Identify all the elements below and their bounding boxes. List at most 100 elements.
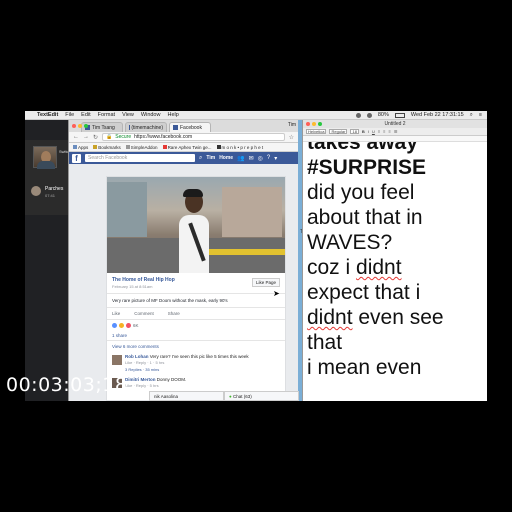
tab-label: (timemachine) [131, 124, 163, 131]
align-left-icon[interactable]: ≡ [378, 129, 380, 134]
page-icon [125, 145, 130, 149]
globe-icon[interactable]: ◎ [258, 155, 263, 162]
apps-icon [73, 145, 77, 149]
like-button[interactable]: Like [112, 311, 120, 316]
home-link[interactable]: Home [219, 155, 233, 161]
italic-icon[interactable]: I [368, 129, 369, 134]
bookmark-simpleaddon[interactable]: SimpleAddon [125, 144, 158, 150]
menu-app-name[interactable]: TextEdit [37, 112, 58, 118]
screen-recording: TextEdit File Edit Format View Window He… [25, 111, 487, 401]
list-icon[interactable]: ≡ [479, 112, 482, 118]
menu-window[interactable]: Window [141, 112, 161, 118]
reload-icon[interactable]: ↻ [93, 134, 98, 141]
font-family-select[interactable]: Helvetica [306, 129, 327, 134]
tab-label: Facebook [180, 124, 202, 131]
messages-icon[interactable]: ✉ [249, 155, 254, 162]
zoom-window-icon[interactable] [318, 122, 322, 126]
minimize-window-icon[interactable] [312, 122, 316, 126]
status-icon[interactable] [355, 112, 361, 118]
reactions-summary[interactable]: 6K [107, 320, 285, 331]
commenter-name[interactable]: Rob Lohan [125, 354, 149, 359]
bookmark-aphex[interactable]: Rare Aphex Twin ge... [162, 144, 212, 150]
menu-clock[interactable]: Wed Feb 22 17:31:15 [411, 112, 464, 118]
bookmarks-bar: Apps Bookmarks SimpleAddon Rare Aphex Tw… [69, 143, 298, 152]
page-link-card: The Home of Real Hip Hop February 15 at … [107, 273, 285, 294]
menu-format[interactable]: Format [98, 112, 115, 118]
document-line: takes away [307, 142, 418, 154]
font-style-select[interactable]: Regular [329, 129, 348, 134]
document-line: #SURPRISE [307, 156, 427, 179]
close-window-icon[interactable] [306, 122, 310, 126]
textedit-titlebar[interactable]: Untitled 2 [303, 120, 487, 128]
document-title: Untitled 2 [384, 121, 406, 127]
comment-meta[interactable]: Like · Reply · 5 hrs [125, 383, 280, 388]
menu-edit[interactable]: Edit [81, 112, 90, 118]
document-line: WAVES? [307, 231, 393, 254]
underline-icon[interactable]: U [372, 129, 375, 134]
bookmark-bookmarks[interactable]: Bookmarks [93, 145, 121, 150]
menu-view[interactable]: View [122, 112, 134, 118]
misspelled-word[interactable]: didnt [307, 306, 353, 329]
chrome-window: Tim Tsang (timemachine) Facebook Tim ← →… [68, 120, 299, 401]
toolbar: ← → ↻ 🔒 Secure https://www.facebook.com … [69, 132, 298, 143]
facebook-top-bar: f Search Facebook ⌕ Tim Home 👥 ✉ ◎ ? ▾ [69, 152, 298, 164]
align-right-icon[interactable]: ≡ [389, 129, 391, 134]
forward-icon[interactable]: → [83, 134, 89, 140]
search-icon[interactable]: ⌕ [470, 112, 473, 119]
window-controls [306, 122, 322, 126]
menu-file[interactable]: File [65, 112, 74, 118]
wifi-icon[interactable] [366, 112, 372, 118]
comment-replies-link[interactable]: 3 Replies · 35 mins [125, 367, 280, 372]
help-icon[interactable]: ? [267, 155, 270, 161]
font-size-select[interactable]: 18 [350, 129, 359, 134]
chat-bar: nik Aasolina ● Chat (63) [149, 391, 299, 401]
like-page-button[interactable]: Like Page [251, 278, 280, 287]
back-icon[interactable]: ← [73, 134, 79, 140]
menu-help[interactable]: Help [167, 112, 178, 118]
profile-button[interactable]: Tim [288, 122, 296, 128]
tab-timemachine[interactable]: (timemachine) [125, 122, 167, 132]
bold-icon[interactable]: B [362, 129, 365, 134]
comment-button[interactable]: Comment [134, 311, 154, 316]
star-icon[interactable]: ☆ [289, 134, 294, 141]
bookmark-label: m o n k • p r e p h e t [221, 144, 264, 150]
document-body[interactable]: takes away #SURPRISE did you feel about tha… [303, 142, 487, 401]
document-line: expect that i [307, 281, 421, 304]
facebook-favicon-icon [173, 125, 178, 130]
secure-label: Secure [115, 134, 132, 140]
friend-requests-icon[interactable]: 👥 [237, 155, 244, 162]
chat-tab-main[interactable]: ● Chat (63) [224, 391, 299, 401]
comment-text: Donny DOOM. [156, 377, 187, 382]
post-photo[interactable] [107, 177, 285, 273]
minimize-window-icon[interactable] [78, 124, 82, 128]
chevron-down-icon[interactable]: ▾ [274, 155, 277, 162]
search-icon[interactable]: ⌕ [199, 155, 202, 162]
bookmark-label: Rare Aphex Twin ge... [167, 144, 212, 150]
chat-tab-contact[interactable]: nik Aasolina [149, 391, 224, 401]
document-line: didnt even see [307, 305, 487, 330]
battery-percent: 80% [377, 112, 389, 118]
tab-facebook[interactable]: Facebook [169, 122, 211, 132]
view-more-comments-link[interactable]: View 6 more comments [107, 341, 285, 352]
list-icon[interactable]: ☰ [394, 129, 398, 134]
battery-icon[interactable] [394, 112, 405, 118]
misspelled-word[interactable]: didnt [356, 256, 402, 279]
url-text: https://www.facebook.com [134, 134, 193, 140]
commenter-avatar[interactable] [112, 355, 122, 365]
comment-meta[interactable]: Like · Reply · 1 · 5 hrs [125, 360, 280, 365]
facebook-logo-icon[interactable]: f [72, 153, 81, 163]
bookmark-label: SimpleAddon [130, 144, 158, 150]
close-window-icon[interactable] [72, 124, 76, 128]
zoom-window-icon[interactable] [84, 124, 88, 128]
profile-link[interactable]: Tim [206, 155, 215, 161]
comment-item: Dimitri Merton Donny DOOM. Like · Reply … [107, 375, 285, 391]
share-button[interactable]: Share [168, 311, 180, 316]
address-bar[interactable]: 🔒 Secure https://www.facebook.com [102, 133, 285, 141]
facebook-search-input[interactable]: Search Facebook [85, 154, 195, 162]
commenter-name[interactable]: Dimitri Merton [125, 377, 156, 382]
line-text: even see [352, 306, 444, 329]
align-center-icon[interactable]: ≡ [383, 129, 385, 134]
bookmark-apps[interactable]: Apps [73, 145, 88, 150]
shares-count[interactable]: 1 share [107, 331, 285, 341]
bookmark-monk[interactable]: m o n k • p r e p h e t [216, 144, 264, 150]
